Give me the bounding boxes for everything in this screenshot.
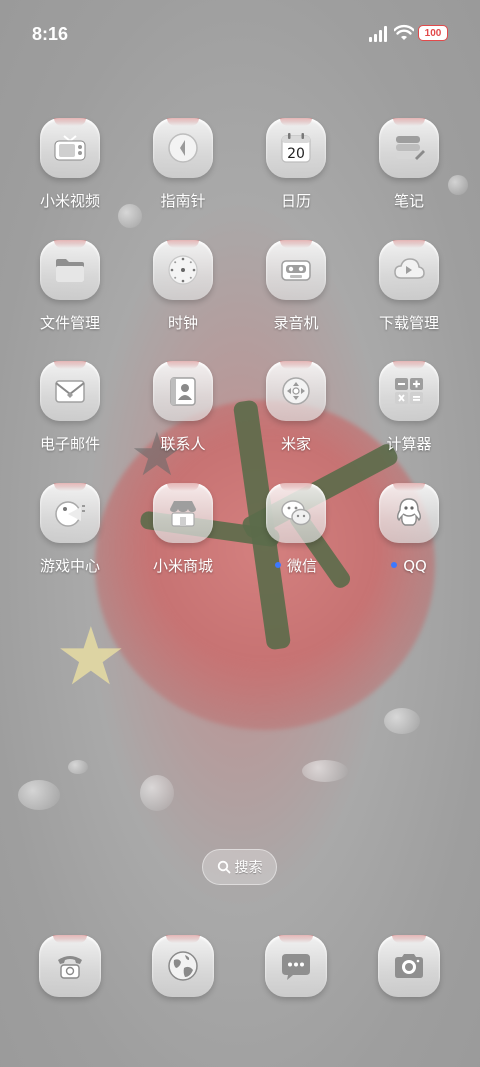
app-label: 下载管理 — [378, 314, 439, 332]
folder-icon — [56, 259, 84, 282]
app-qq[interactable]: QQ — [353, 483, 465, 576]
app-mihome[interactable]: 米家 — [240, 361, 352, 454]
app-tile[interactable] — [379, 361, 439, 421]
search-label: 搜索 — [234, 860, 263, 876]
tv-icon — [54, 135, 86, 161]
battery-indicator: 100 — [418, 25, 448, 41]
wifi-icon — [394, 24, 414, 40]
phone-icon — [58, 956, 82, 979]
app-notes[interactable]: 笔记 — [353, 118, 465, 211]
app-compass[interactable]: 指南针 — [127, 118, 239, 211]
calendar-date: 20 — [287, 146, 305, 162]
recorder-icon — [281, 260, 311, 281]
app-label: 指南针 — [160, 192, 206, 210]
water-drop — [302, 760, 348, 782]
app-calendar[interactable]: 20 日历 — [240, 118, 352, 211]
app-label: QQ — [353, 556, 465, 576]
signal-icon — [369, 26, 389, 42]
app-wechat[interactable]: 微信 — [240, 483, 352, 576]
water-drop — [384, 708, 420, 734]
app-tile[interactable] — [379, 118, 439, 178]
app-label: 游戏中心 — [39, 557, 100, 575]
app-email[interactable]: 电子邮件 — [14, 361, 126, 454]
water-drop — [68, 760, 88, 774]
app-tile[interactable] — [266, 240, 326, 300]
app-recorder[interactable]: 录音机 — [240, 240, 352, 333]
app-label: 联系人 — [160, 435, 206, 453]
app-label: 微信 — [240, 556, 352, 576]
app-tile[interactable] — [153, 240, 213, 300]
calendar-icon: 20 — [281, 133, 311, 163]
store-icon — [170, 501, 196, 527]
dock-camera[interactable] — [353, 935, 465, 997]
app-label: 计算器 — [386, 435, 432, 453]
app-tile[interactable] — [40, 240, 100, 300]
app-tile[interactable] — [379, 483, 439, 543]
browser-icon — [168, 951, 198, 981]
app-clock[interactable]: 时钟 — [127, 240, 239, 333]
app-tile[interactable] — [266, 361, 326, 421]
compass-icon — [168, 133, 198, 163]
clock-icon — [168, 255, 198, 285]
wallpaper-star: ★ — [55, 610, 127, 703]
camera-icon — [395, 954, 423, 978]
notification-dot — [274, 561, 281, 568]
app-label: 时钟 — [167, 314, 198, 332]
app-label: 小米商城 — [152, 557, 213, 575]
water-drop — [140, 775, 174, 811]
app-label: 电子邮件 — [39, 435, 100, 453]
app-tile[interactable] — [153, 483, 213, 543]
app-tile[interactable] — [378, 935, 440, 997]
app-tile[interactable] — [39, 935, 101, 997]
status-bar: 8:16 100 — [0, 0, 480, 66]
mihome-icon — [282, 377, 310, 405]
app-label-text: 微信 — [286, 557, 317, 575]
app-tile[interactable] — [153, 361, 213, 421]
app-tile[interactable] — [40, 361, 100, 421]
dock-browser[interactable] — [127, 935, 239, 997]
game-icon — [55, 501, 85, 527]
qq-icon — [397, 498, 421, 526]
app-label: 日历 — [280, 192, 311, 210]
app-label: 文件管理 — [39, 314, 100, 332]
app-tile[interactable] — [265, 935, 327, 997]
app-label: 笔记 — [393, 192, 424, 210]
app-tile[interactable] — [152, 935, 214, 997]
download-icon — [394, 258, 425, 279]
app-game-center[interactable]: 游戏中心 — [14, 483, 126, 576]
app-file-manager[interactable]: 文件管理 — [14, 240, 126, 333]
wechat-icon — [281, 500, 311, 526]
notes-icon — [396, 136, 425, 160]
app-tile[interactable] — [40, 118, 100, 178]
app-tile[interactable]: 20 — [266, 118, 326, 178]
app-label-text: QQ — [403, 557, 427, 575]
notification-dot — [391, 561, 398, 568]
messages-icon — [282, 954, 310, 980]
app-calculator[interactable]: 计算器 — [353, 361, 465, 454]
app-mi-video[interactable]: 小米视频 — [14, 118, 126, 211]
app-contacts[interactable]: 联系人 — [127, 361, 239, 454]
app-tile[interactable] — [266, 483, 326, 543]
status-time: 8:16 — [32, 24, 69, 44]
dock-phone[interactable] — [14, 935, 126, 997]
app-mi-store[interactable]: 小米商城 — [127, 483, 239, 576]
mail-icon — [55, 380, 85, 403]
calculator-icon — [395, 378, 423, 404]
contacts-icon — [170, 377, 196, 406]
water-drop — [18, 780, 60, 810]
app-label: 小米视频 — [39, 192, 100, 210]
app-label: 米家 — [280, 435, 311, 453]
app-tile[interactable] — [153, 118, 213, 178]
app-tile[interactable] — [379, 240, 439, 300]
search-icon — [217, 860, 230, 874]
search-button[interactable]: 搜索 — [202, 849, 277, 885]
app-label: 录音机 — [273, 314, 319, 332]
app-tile[interactable] — [40, 483, 100, 543]
app-download-manager[interactable]: 下载管理 — [353, 240, 465, 333]
dock-messages[interactable] — [240, 935, 352, 997]
